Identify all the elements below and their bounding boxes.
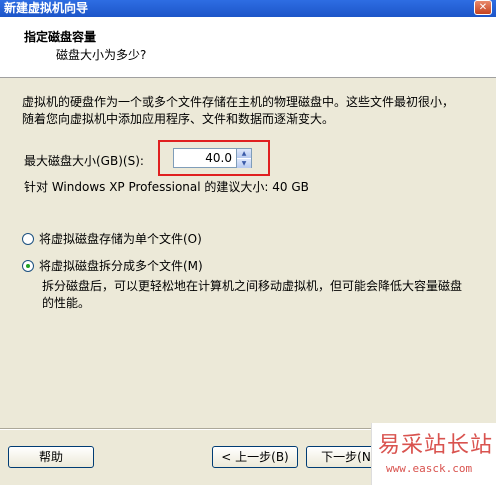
help-button[interactable]: 帮助 (8, 446, 94, 468)
radio-multiple-files-icon[interactable] (22, 259, 34, 272)
title-bar: 新建虚拟机向导 ✕ (0, 0, 496, 17)
radio-multiple-files[interactable]: 将虚拟磁盘拆分成多个文件(M) (22, 257, 203, 274)
watermark-text: 易采站长站 (378, 433, 494, 458)
split-disk-description: 拆分磁盘后，可以更轻松地在计算机之间移动虚拟机，但可能会降低大容量磁盘的性能。 (42, 279, 463, 310)
watermark-logo: 易采站长站 www.easck.com (371, 423, 496, 485)
disk-size-input[interactable]: 40.0 (173, 148, 237, 168)
disk-size-label: 最大磁盘大小(GB)(S): (24, 154, 144, 168)
radio-single-file[interactable]: 将虚拟磁盘存储为单个文件(O) (22, 230, 202, 247)
radio-single-file-icon[interactable] (22, 232, 34, 245)
spin-up-icon[interactable]: ▲ (237, 149, 251, 159)
recommended-size: 针对 Windows XP Professional 的建议大小: 40 GB (24, 180, 309, 194)
watermark-url: www.easck.com (386, 462, 473, 475)
back-button[interactable]: < 上一步(B) (212, 446, 298, 468)
radio-multiple-files-label: 将虚拟磁盘拆分成多个文件(M) (39, 259, 203, 273)
disk-description: 虚拟机的硬盘作为一个或多个文件存储在主机的物理磁盘中。这些文件最初很小，随着您向… (22, 95, 455, 126)
page-subtitle: 磁盘大小为多少? (56, 48, 147, 62)
window-title: 新建虚拟机向导 (4, 1, 89, 15)
page-title: 指定磁盘容量 (24, 30, 97, 44)
radio-single-file-label: 将虚拟磁盘存储为单个文件(O) (39, 232, 202, 246)
wizard-header: 指定磁盘容量 磁盘大小为多少? (0, 17, 496, 78)
close-icon[interactable]: ✕ (474, 0, 492, 15)
disk-size-stepper[interactable]: ▲ ▼ (237, 148, 252, 168)
spin-down-icon[interactable]: ▼ (237, 159, 251, 168)
